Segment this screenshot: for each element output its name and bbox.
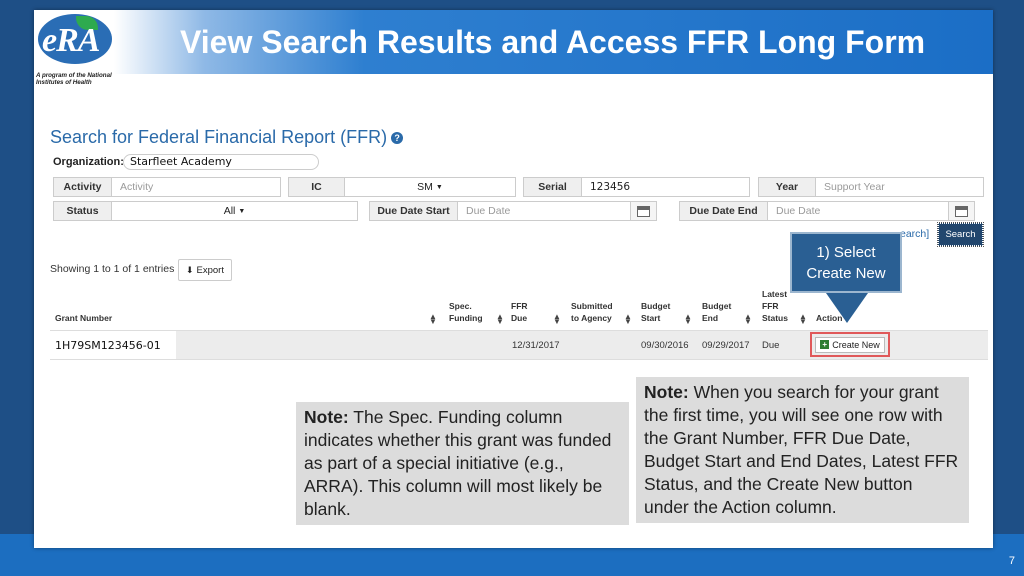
header-latest-ffr-status[interactable]: Latest FFR Status [762,288,792,324]
caret-down-icon: ▼ [435,183,443,191]
serial-label: Serial [524,178,582,196]
logo-caption: A program of the National Institutes of … [36,72,112,86]
export-button[interactable]: ⬇ Export [178,259,232,281]
ic-label: IC [289,178,345,196]
create-new-label: Create New [832,339,880,350]
sort-icon[interactable]: ▲ ▼ [624,313,632,326]
grant-number-cell: 1H79SM123456-01 [50,331,176,359]
budget-end-cell: 09/29/2017 [702,339,750,351]
ffr-due-cell: 12/31/2017 [512,339,560,351]
sort-icon[interactable]: ▲ ▼ [799,313,807,326]
search-link[interactable]: earch] [900,228,929,240]
download-icon: ⬇ [185,264,194,275]
sort-icon[interactable]: ▲ ▼ [684,313,692,326]
header-budget-end[interactable]: Budget End [702,300,742,324]
showing-entries-text: Showing 1 to 1 of 1 entries [50,263,175,275]
header-action: Action [816,313,843,323]
activity-field: Activity Activity [53,177,281,197]
year-label: Year [759,178,816,196]
calendar-icon [955,205,968,217]
year-field: Year Support Year [758,177,984,197]
sort-icon[interactable]: ▲ ▼ [429,313,437,326]
serial-input[interactable]: 123456 [582,178,749,196]
page-title: Search for Federal Financial Report (FFR… [50,127,404,148]
activity-label: Activity [54,178,112,196]
slide-number: 7 [1008,555,1015,567]
logo-text: eRA [42,22,100,59]
ic-value: SM [417,181,433,193]
header-ffr-due[interactable]: FFR Due [511,300,541,324]
note-search-results: Note: When you search for your grant the… [636,377,969,523]
note-label: Note: [644,382,689,402]
sort-icon[interactable]: ▲ ▼ [553,313,561,326]
ic-field: IC SM ▼ [288,177,516,197]
header-submitted-to-agency[interactable]: Submitted to Agency [571,300,621,324]
caret-down-icon: ▼ [238,207,246,215]
ic-select[interactable]: SM ▼ [345,178,515,196]
note-spec-funding: Note: The Spec. Funding column indicates… [296,402,629,525]
due-date-end-field: Due Date End Due Date [679,201,975,221]
year-input[interactable]: Support Year [816,178,983,196]
title-bar: eRA A program of the National Institutes… [34,10,993,86]
help-icon[interactable]: ? [391,132,404,145]
due-date-end-input[interactable]: Due Date [768,202,948,220]
due-date-end-label: Due Date End [680,202,768,220]
activity-input[interactable]: Activity [112,178,280,196]
calendar-icon [637,205,650,217]
slide: eRA A program of the National Institutes… [34,10,993,548]
header-budget-start[interactable]: Budget Start [641,300,681,324]
plus-icon: + [820,340,830,349]
header-grant-number[interactable]: Grant Number [55,312,112,324]
status-label: Status [54,202,112,220]
export-label: Export [196,264,224,276]
callout-select-create-new: 1) Select Create New [790,232,902,293]
sort-icon[interactable]: ▲ ▼ [744,313,752,326]
status-value: All [223,205,236,217]
era-logo: eRA A program of the National Institutes… [36,14,116,88]
due-date-start-field: Due Date Start Due Date [369,201,657,221]
budget-start-cell: 09/30/2016 [641,339,689,351]
organization-label: Organization: [53,156,124,168]
slide-title: View Search Results and Access FFR Long … [180,24,926,60]
search-button[interactable]: Search [937,222,984,247]
note-label: Note: [304,407,349,427]
organization-field[interactable]: Starfleet Academy [123,154,319,170]
create-new-button[interactable]: + Create New [815,336,885,353]
page-title-text: Search for Federal Financial Report (FFR… [50,127,388,147]
sort-icon[interactable]: ▲ ▼ [496,313,504,326]
note-text: When you search for your grant the first… [644,382,959,517]
due-date-start-calendar-button[interactable] [630,202,656,220]
create-new-highlight: + Create New [810,332,890,357]
due-date-start-input[interactable]: Due Date [458,202,630,220]
status-field: Status All ▼ [53,201,358,221]
latest-status-cell: Due [762,339,780,351]
status-select[interactable]: All ▼ [112,202,357,220]
due-date-start-label: Due Date Start [370,202,458,220]
header-spec-funding[interactable]: Spec. Funding [449,300,489,324]
serial-field: Serial 123456 [523,177,750,197]
note-text: The Spec. Funding column indicates wheth… [304,407,612,519]
due-date-end-calendar-button[interactable] [948,202,974,220]
